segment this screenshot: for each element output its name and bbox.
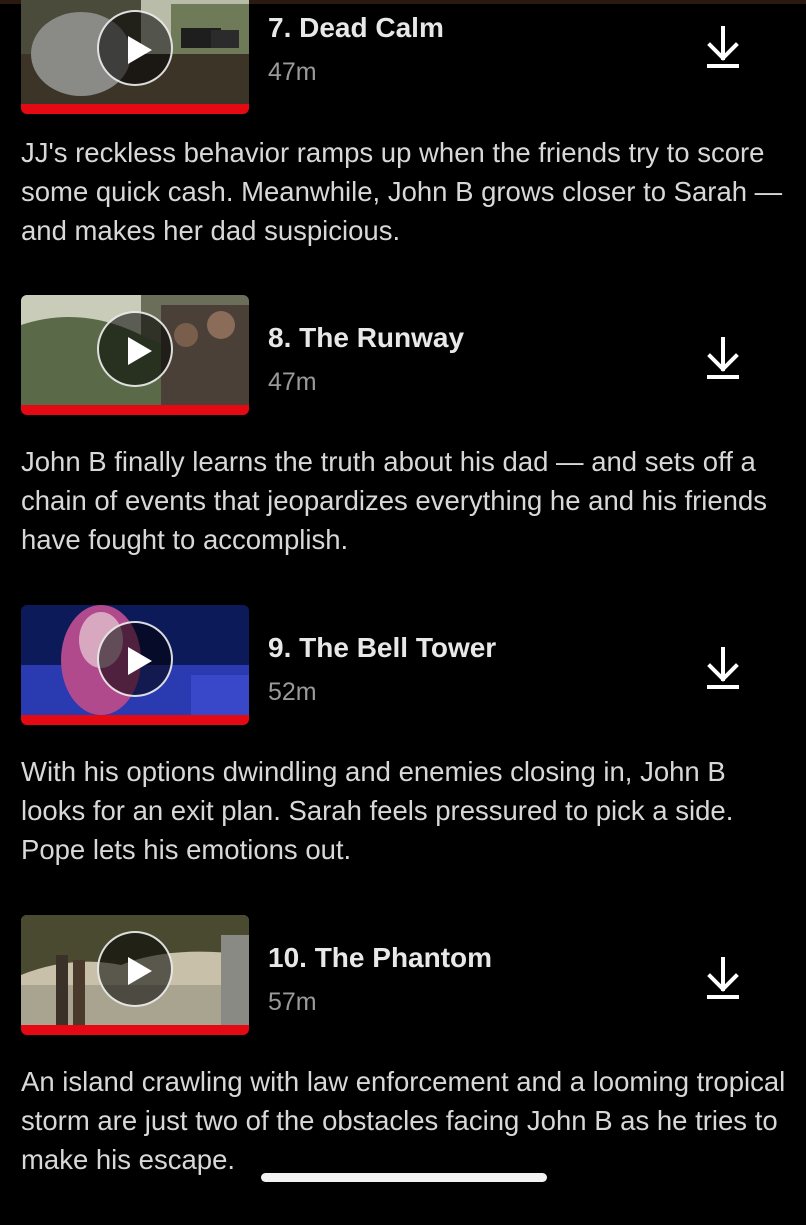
episode-row-8: 8. The Runway 47m John B finally learns … <box>0 295 806 605</box>
episode-duration: 52m <box>268 678 317 706</box>
episode-synopsis: With his options dwindling and enemies c… <box>21 756 734 865</box>
episode-synopsis: John B finally learns the truth about hi… <box>21 446 768 555</box>
episode-thumbnail[interactable] <box>21 295 249 415</box>
episode-title[interactable]: 9. The Bell Tower <box>268 632 496 664</box>
episode-row-7: 7. Dead Calm 47m JJ's reckless behavior … <box>0 0 806 310</box>
episode-duration: 47m <box>268 368 317 396</box>
watch-progress-bar <box>21 1025 249 1035</box>
play-icon[interactable] <box>97 10 173 86</box>
download-icon[interactable] <box>703 645 743 691</box>
episode-synopsis: JJ's reckless behavior ramps up when the… <box>21 137 783 246</box>
episode-title[interactable]: 10. The Phantom <box>268 942 492 974</box>
episode-duration: 47m <box>268 58 317 86</box>
episode-thumbnail[interactable] <box>21 915 249 1035</box>
play-icon[interactable] <box>97 931 173 1007</box>
download-icon[interactable] <box>703 335 743 381</box>
home-indicator[interactable] <box>261 1173 547 1182</box>
episode-title[interactable]: 8. The Runway <box>268 322 464 354</box>
watch-progress-bar <box>21 715 249 725</box>
download-icon[interactable] <box>703 24 743 70</box>
episode-thumbnail[interactable] <box>21 0 249 114</box>
episode-row-9: 9. The Bell Tower 52m With his options d… <box>0 605 806 915</box>
play-icon[interactable] <box>97 621 173 697</box>
play-icon[interactable] <box>97 311 173 387</box>
episode-duration: 57m <box>268 988 317 1016</box>
download-icon[interactable] <box>703 955 743 1001</box>
watch-progress-bar <box>21 104 249 114</box>
episode-thumbnail[interactable] <box>21 605 249 725</box>
episode-title[interactable]: 7. Dead Calm <box>268 12 444 44</box>
watch-progress-bar <box>21 405 249 415</box>
episode-synopsis: An island crawling with law enforcement … <box>21 1066 786 1175</box>
